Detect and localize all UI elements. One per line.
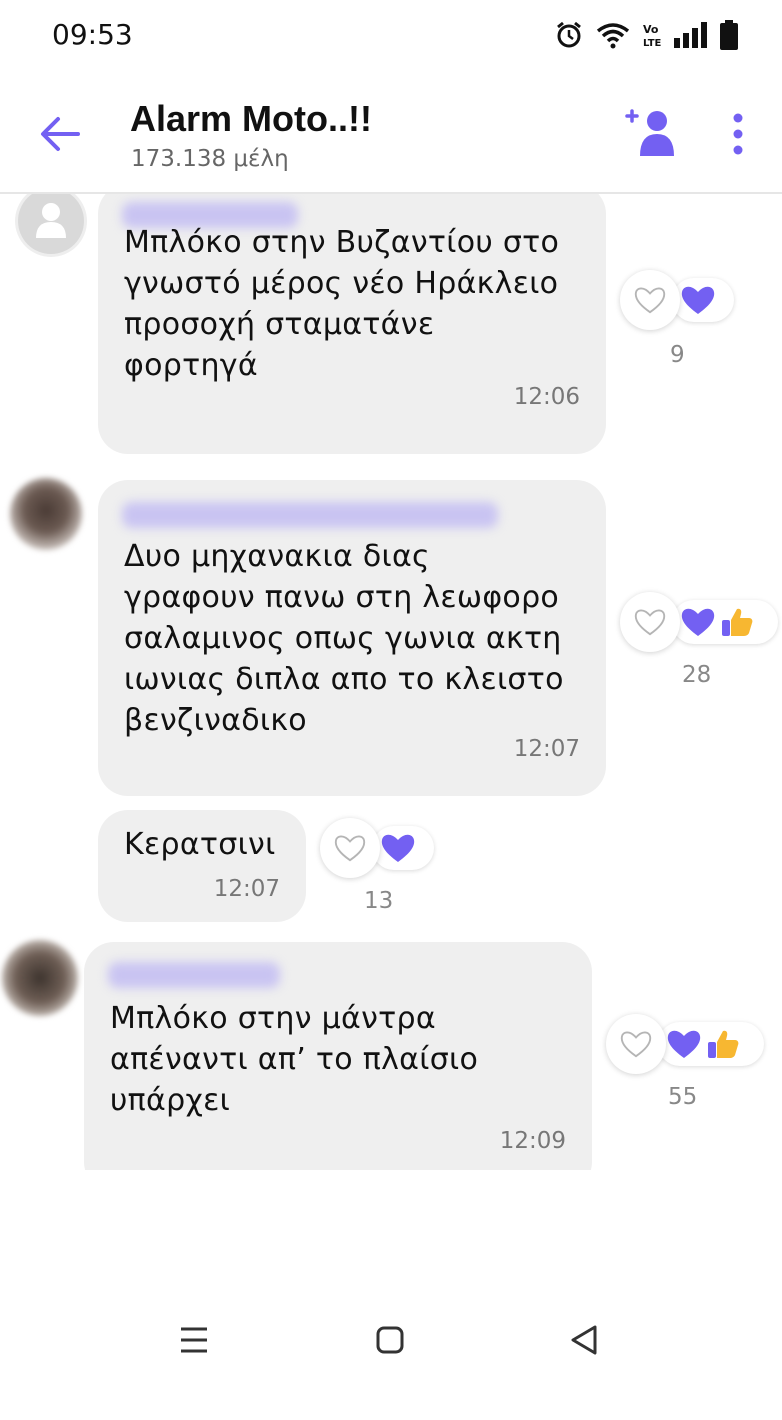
- signal-icon: [674, 22, 707, 48]
- recents-icon: [181, 1327, 207, 1353]
- member-count: 173.138 μέλη: [131, 146, 289, 172]
- message-bubble[interactable]: Κερατσινι 12:07: [98, 810, 306, 922]
- reaction-count: 55: [668, 1084, 698, 1110]
- reactions-summary[interactable]: [672, 278, 734, 322]
- message-bubble[interactable]: Μπλόκο στην Βυζαντίου στο γνωστό μέρος ν…: [98, 194, 606, 454]
- avatar[interactable]: [2, 940, 78, 1016]
- sender-name-blurred: [108, 962, 280, 988]
- add-user-icon: [625, 109, 674, 156]
- message-bubble[interactable]: Μπλόκο στην μάντρα απέναντι απ’ το πλαίσ…: [84, 942, 592, 1170]
- alarm-icon: [557, 21, 581, 48]
- avatar[interactable]: [10, 478, 82, 550]
- message-text: Δυο μηχανακια διας γραφουν πανω στη λεωφ…: [124, 539, 564, 738]
- recents-button[interactable]: [164, 1320, 224, 1360]
- message-text: Κερατσινι: [124, 827, 276, 862]
- more-vertical-icon: [733, 113, 743, 155]
- battery-icon: [720, 20, 738, 50]
- default-avatar-icon: [36, 203, 66, 238]
- heart-filled-icon: [681, 286, 715, 314]
- message-text: Μπλόκο στην μάντρα απέναντι απ’ το πλαίσ…: [110, 1001, 479, 1118]
- svg-text:Vo: Vo: [643, 23, 659, 36]
- chat-header: Alarm Moto..!! 173.138 μέλη: [0, 72, 782, 194]
- volte-icon: Vo LTE: [643, 23, 662, 49]
- more-options-button[interactable]: [726, 112, 750, 156]
- message-time: 12:09: [499, 1128, 566, 1154]
- react-button[interactable]: [606, 1014, 666, 1074]
- add-member-button[interactable]: [624, 106, 680, 162]
- heart-outline-icon: [634, 609, 666, 636]
- message-bubble[interactable]: Δυο μηχανακια διας γραφουν πανω στη λεωφ…: [98, 480, 606, 796]
- system-back-button[interactable]: [554, 1320, 614, 1360]
- status-time: 09:53: [52, 18, 133, 51]
- reactions-summary[interactable]: [658, 1022, 764, 1066]
- reactions-summary[interactable]: [672, 600, 778, 644]
- heart-filled-icon: [667, 1030, 701, 1058]
- heart-outline-icon: [334, 835, 366, 862]
- react-button[interactable]: [620, 592, 680, 652]
- svg-text:LTE: LTE: [643, 38, 662, 49]
- react-button[interactable]: [320, 818, 380, 878]
- back-triangle-icon: [571, 1325, 597, 1355]
- message-list[interactable]: Μπλόκο στην Βυζαντίου στο γνωστό μέρος ν…: [0, 194, 782, 1170]
- message-time: 12:07: [213, 876, 280, 902]
- chat-title[interactable]: Alarm Moto..!!: [130, 98, 372, 140]
- arrow-left-icon: [41, 117, 80, 151]
- message-time: 12:07: [513, 736, 580, 762]
- home-icon: [376, 1326, 404, 1354]
- wifi-icon: [596, 23, 630, 49]
- reaction-count: 9: [670, 342, 685, 368]
- thumbs-up-icon: [722, 608, 753, 636]
- back-button[interactable]: [36, 110, 84, 158]
- avatar[interactable]: [18, 194, 84, 254]
- system-nav-bar: [0, 1220, 782, 1420]
- sender-name-blurred: [122, 502, 498, 528]
- status-bar: 09:53 Vo LTE: [0, 0, 782, 72]
- message-time: 12:06: [513, 384, 580, 410]
- reactions-summary[interactable]: [372, 826, 434, 870]
- react-button[interactable]: [620, 270, 680, 330]
- heart-filled-icon: [381, 834, 415, 862]
- home-button[interactable]: [360, 1320, 420, 1360]
- heart-outline-icon: [620, 1031, 652, 1058]
- thumbs-up-icon: [708, 1030, 739, 1058]
- reaction-count: 13: [364, 888, 394, 914]
- message-text: Μπλόκο στην Βυζαντίου στο γνωστό μέρος ν…: [124, 225, 560, 383]
- status-icons: Vo LTE: [554, 20, 738, 50]
- heart-filled-icon: [681, 608, 715, 636]
- heart-outline-icon: [634, 287, 666, 314]
- reaction-count: 28: [682, 662, 712, 688]
